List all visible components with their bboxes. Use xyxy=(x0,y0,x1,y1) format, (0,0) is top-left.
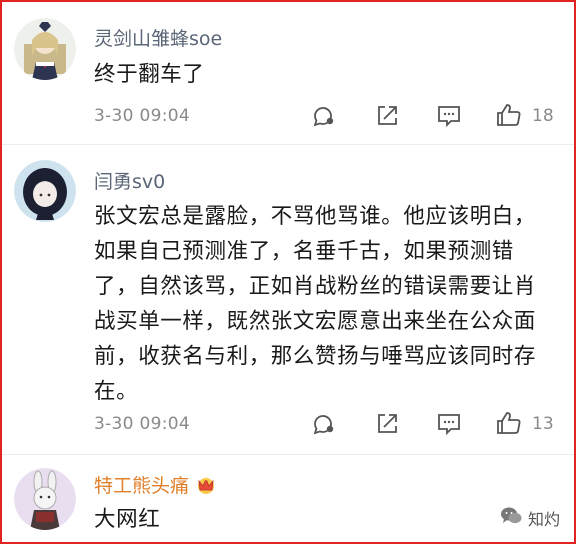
comment-username-text: 特工熊头痛 xyxy=(94,475,190,497)
avatar[interactable] xyxy=(14,18,76,80)
like-count: 18 xyxy=(532,106,554,126)
comment-icon[interactable] xyxy=(434,409,464,439)
comment-list-panel: 灵剑山雏蜂soe 终于翻车了 3-30 09:04 18 闫勇sv0 张文宏总是… xyxy=(0,0,576,544)
comment-icon[interactable] xyxy=(434,101,464,131)
comment-item: 闫勇sv0 张文宏总是露脸，不骂他骂谁。他应该明白，如果自己预测准了，名垂千古，… xyxy=(2,142,574,452)
comment-username[interactable]: 灵剑山雏蜂soe xyxy=(94,27,222,51)
watermark: 知灼 xyxy=(500,506,560,530)
avatar[interactable] xyxy=(14,468,76,530)
comment-username[interactable]: 特工熊头痛 xyxy=(94,474,217,501)
watermark-text: 知灼 xyxy=(527,510,560,529)
reply-bubble-icon[interactable] xyxy=(308,101,338,131)
avatar[interactable] xyxy=(14,160,76,222)
comment-text: 张文宏总是露脸，不骂他骂谁。他应该明白，如果自己预测准了，名垂千古，如果预测错了… xyxy=(94,204,537,404)
like-thumb-icon[interactable] xyxy=(494,408,524,438)
like-count: 13 xyxy=(532,414,554,434)
comment-text: 大网红 xyxy=(94,507,161,532)
crown-badge-icon xyxy=(195,475,217,501)
comment-item: 特工熊头痛 大网红 xyxy=(2,452,574,544)
like-thumb-icon[interactable] xyxy=(494,100,524,130)
comment-username[interactable]: 闫勇sv0 xyxy=(94,170,165,194)
share-icon[interactable] xyxy=(372,101,402,131)
reply-bubble-icon[interactable] xyxy=(308,409,338,439)
comment-time: 3-30 09:04 xyxy=(94,414,190,434)
comment-item: 灵剑山雏蜂soe 终于翻车了 3-30 09:04 18 xyxy=(2,2,574,142)
share-icon[interactable] xyxy=(372,409,402,439)
comment-text: 终于翻车了 xyxy=(94,62,205,87)
comment-time: 3-30 09:04 xyxy=(94,106,190,126)
wechat-icon xyxy=(500,506,522,530)
